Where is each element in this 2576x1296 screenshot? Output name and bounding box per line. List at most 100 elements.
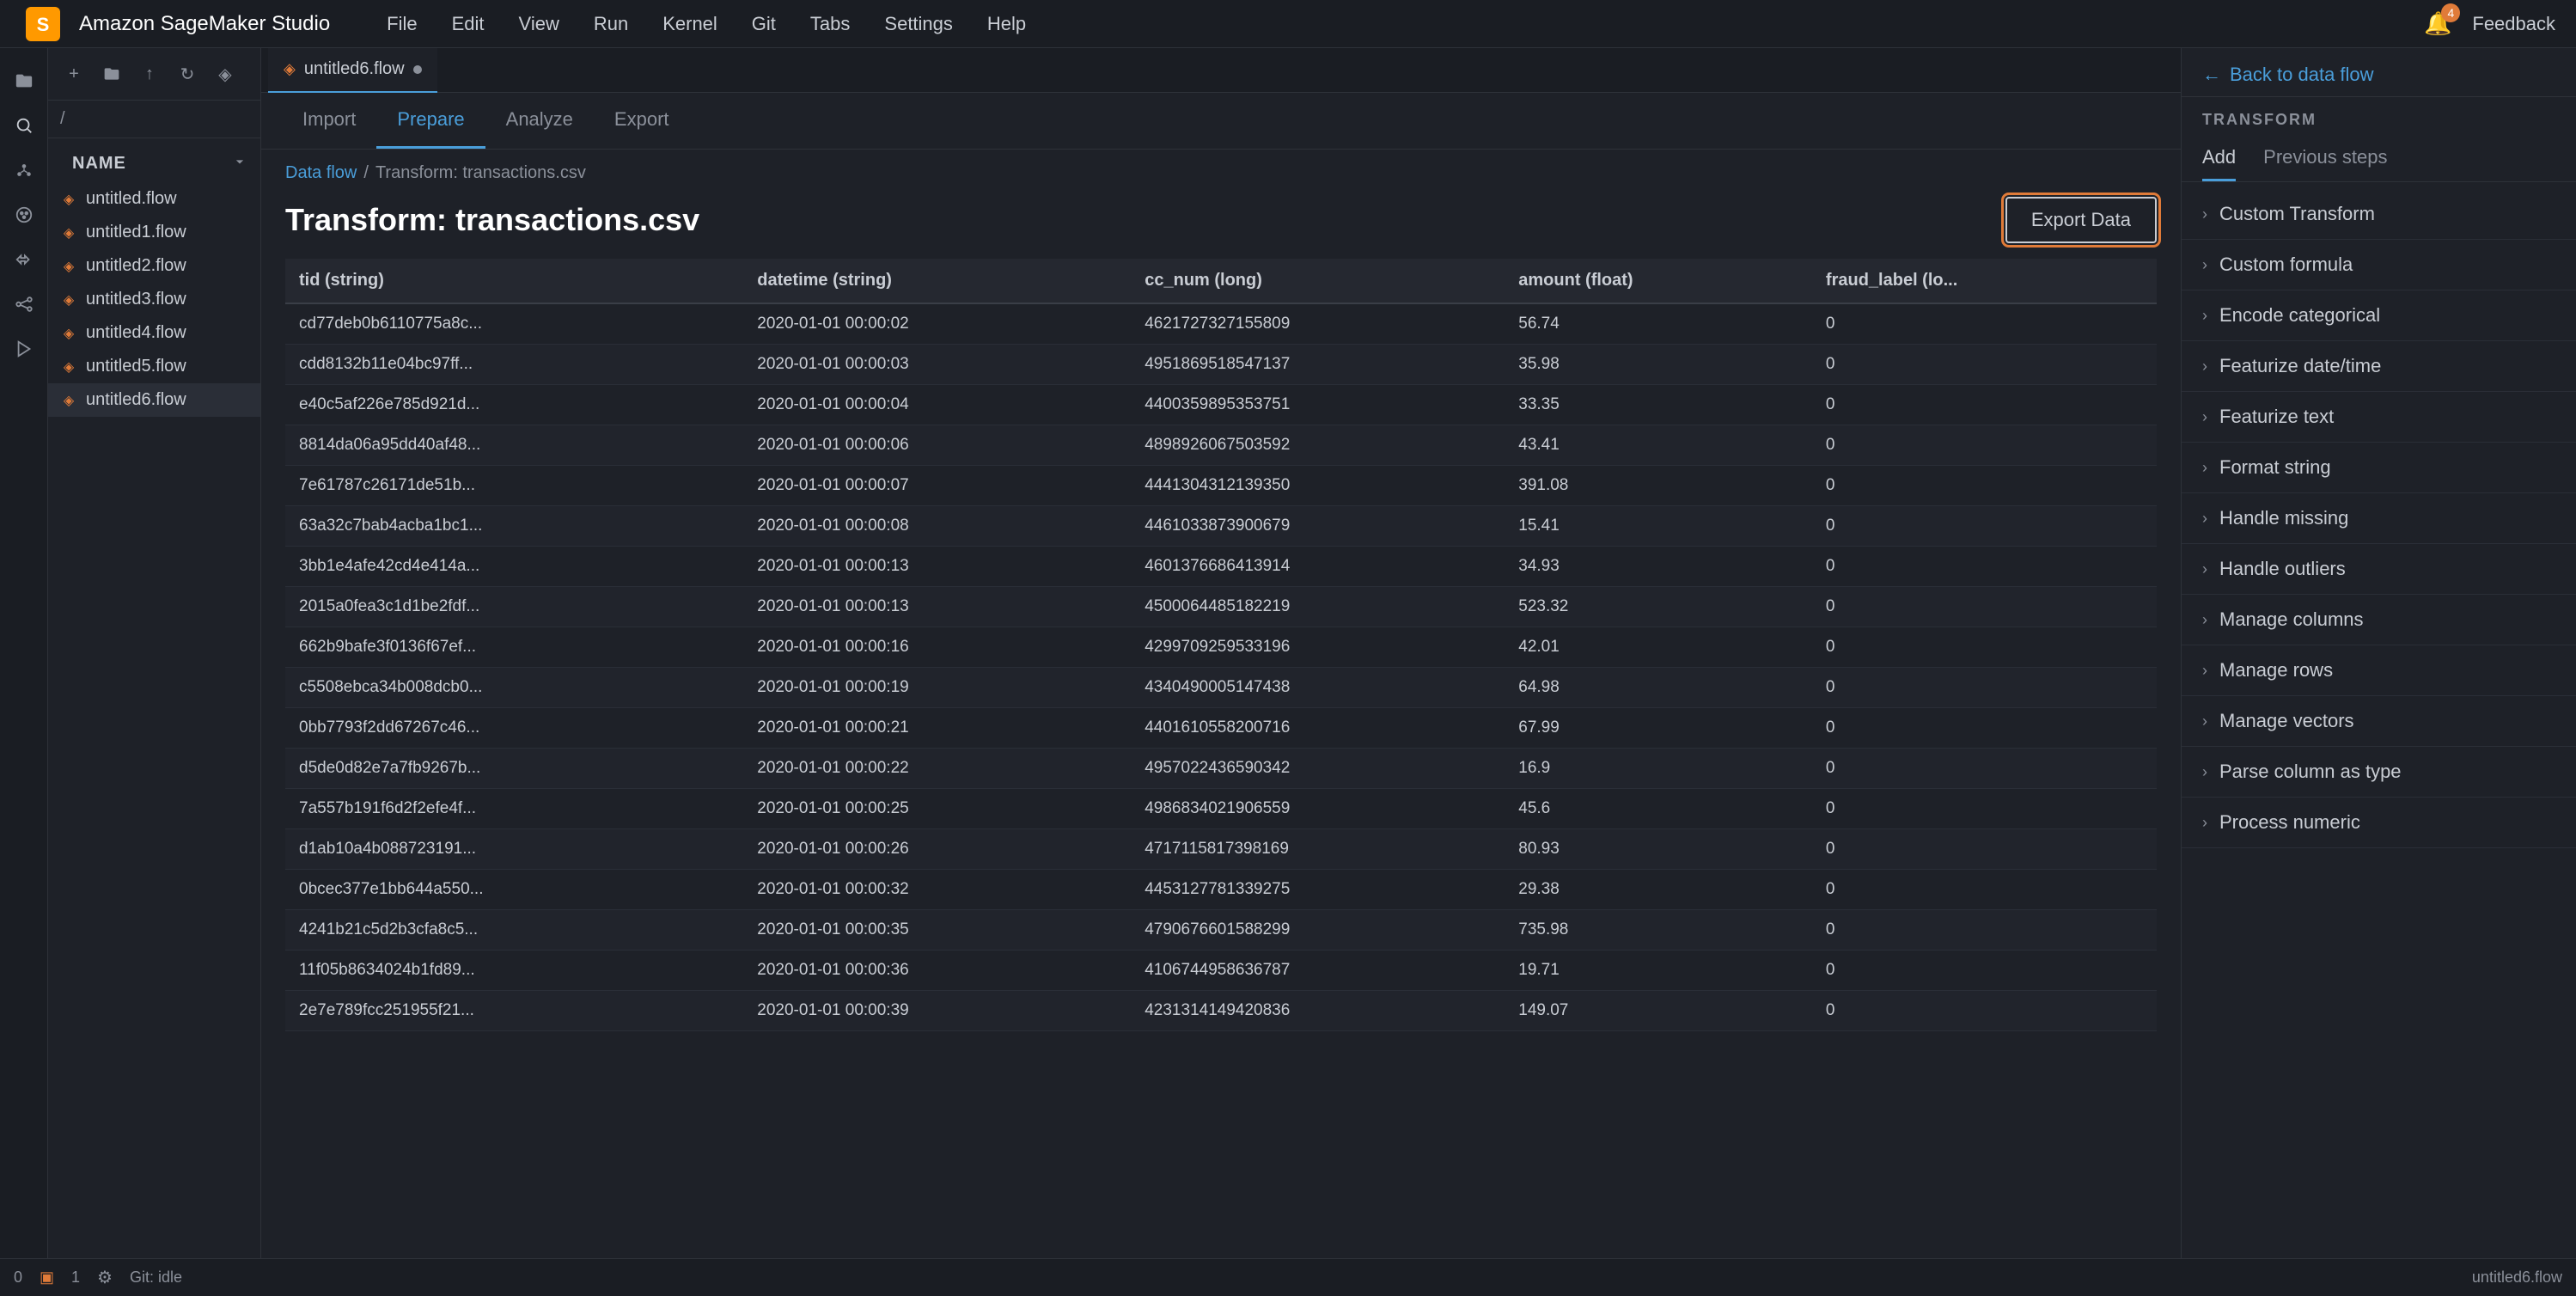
menu-edit[interactable]: Edit (436, 6, 500, 42)
chevron-right-icon: › (2202, 256, 2207, 274)
table-row: 2e7e789fcc251955f21...2020-01-01 00:00:3… (285, 991, 2157, 1031)
flow-icon: ◈ (60, 258, 77, 275)
chevron-right-icon: › (2202, 712, 2207, 731)
table-row: 8814da06a95dd40af48...2020-01-01 00:00:0… (285, 425, 2157, 466)
sidebar-extensions-icon[interactable] (5, 241, 43, 278)
right-panel: ← Back to data flow TRANSFORM Add Previo… (2181, 48, 2576, 1296)
content-nav: Import Prepare Analyze Export (261, 93, 2181, 150)
col-header-tid: tid (string) (285, 259, 743, 303)
table-row: 7a557b191f6d2f2efe4f...2020-01-01 00:00:… (285, 789, 2157, 829)
feedback-button[interactable]: Feedback (2472, 13, 2555, 35)
menu-items: File Edit View Run Kernel Git Tabs Setti… (371, 6, 2424, 42)
transform-featurize-datetime[interactable]: › Featurize date/time (2182, 341, 2576, 392)
transform-manage-vectors[interactable]: › Manage vectors (2182, 696, 2576, 747)
file-item[interactable]: ◈ untitled.flow (48, 182, 260, 216)
chevron-right-icon: › (2202, 560, 2207, 578)
refresh-btn[interactable]: ↻ (172, 58, 203, 89)
menu-kernel[interactable]: Kernel (647, 6, 733, 42)
sidebar-search-icon[interactable] (5, 107, 43, 144)
file-item[interactable]: ◈ untitled3.flow (48, 283, 260, 316)
transform-section-title: TRANSFORM (2182, 97, 2576, 136)
breadcrumb-separator: / (363, 163, 369, 183)
menu-run[interactable]: Run (578, 6, 644, 42)
transform-format-string[interactable]: › Format string (2182, 443, 2576, 493)
table-row: d1ab10a4b088723191...2020-01-01 00:00:26… (285, 829, 2157, 870)
file-toolbar: + ↑ ↻ ◈ (48, 48, 260, 101)
transform-featurize-text[interactable]: › Featurize text (2182, 392, 2576, 443)
transform-custom-formula[interactable]: › Custom formula (2182, 240, 2576, 290)
status-bar: 0 ▣ 1 ⚙ Git: idle untitled6.flow (0, 1258, 2576, 1296)
sidebar-nodes-icon[interactable] (5, 285, 43, 323)
file-item[interactable]: ◈ untitled4.flow (48, 316, 260, 350)
transform-encode-categorical[interactable]: › Encode categorical (2182, 290, 2576, 341)
menu-view[interactable]: View (504, 6, 575, 42)
menu-help[interactable]: Help (972, 6, 1041, 42)
nav-tab-export[interactable]: Export (594, 93, 690, 149)
transform-handle-missing[interactable]: › Handle missing (2182, 493, 2576, 544)
back-arrow-icon: ← (2202, 64, 2221, 86)
nav-tab-import[interactable]: Import (282, 93, 376, 149)
tab-previous-steps[interactable]: Previous steps (2263, 136, 2387, 181)
transform-manage-rows[interactable]: › Manage rows (2182, 645, 2576, 696)
sidebar-deploy-icon[interactable] (5, 330, 43, 368)
new-file-btn[interactable]: + (58, 58, 89, 89)
flow-icon: ◈ (60, 224, 77, 241)
icon-sidebar (0, 48, 48, 1296)
menu-file[interactable]: File (371, 6, 432, 42)
tab-label: untitled6.flow (304, 59, 405, 79)
back-to-data-flow[interactable]: ← Back to data flow (2202, 64, 2555, 86)
flow-icon: ◈ (60, 358, 77, 376)
upload-btn[interactable]: ↑ (134, 58, 165, 89)
chevron-right-icon: › (2202, 205, 2207, 223)
right-panel-tabs: Add Previous steps (2182, 136, 2576, 182)
file-item[interactable]: ◈ untitled1.flow (48, 216, 260, 249)
breadcrumb: Data flow / Transform: transactions.csv (261, 150, 2181, 190)
settings-icon[interactable]: ⚙ (97, 1267, 113, 1288)
sidebar-palette-icon[interactable] (5, 196, 43, 234)
nav-tab-analyze[interactable]: Analyze (485, 93, 594, 149)
chevron-right-icon: › (2202, 763, 2207, 781)
transform-process-numeric[interactable]: › Process numeric (2182, 798, 2576, 848)
transform-handle-outliers[interactable]: › Handle outliers (2182, 544, 2576, 595)
transform-parse-column[interactable]: › Parse column as type (2182, 747, 2576, 798)
file-browser: + ↑ ↻ ◈ / NAME ◈ untitled.flow ◈ untitle… (48, 48, 261, 1296)
menu-settings[interactable]: Settings (869, 6, 968, 42)
file-item[interactable]: ◈ untitled2.flow (48, 249, 260, 283)
sidebar-git-icon[interactable] (5, 151, 43, 189)
status-warning-icon: ▣ (40, 1268, 54, 1287)
menu-tabs[interactable]: Tabs (795, 6, 865, 42)
export-data-button[interactable]: Export Data (2005, 197, 2157, 243)
table-row: 4241b21c5d2b3cfa8c5...2020-01-01 00:00:3… (285, 910, 2157, 951)
active-tab[interactable]: ◈ untitled6.flow (268, 48, 437, 93)
chevron-right-icon: › (2202, 459, 2207, 477)
status-right-label: untitled6.flow (2472, 1268, 2562, 1287)
file-path-header: / (48, 101, 260, 138)
chevron-right-icon: › (2202, 307, 2207, 325)
table-row: e40c5af226e785d921d...2020-01-01 00:00:0… (285, 385, 2157, 425)
new-folder-btn[interactable] (96, 58, 127, 89)
table-row: c5508ebca34b008dcb0...2020-01-01 00:00:1… (285, 668, 2157, 708)
tab-add[interactable]: Add (2202, 136, 2236, 181)
table-row: cdd8132b11e04bc97ff...2020-01-01 00:00:0… (285, 345, 2157, 385)
git-status: Git: idle (130, 1268, 182, 1287)
transform-manage-columns[interactable]: › Manage columns (2182, 595, 2576, 645)
nav-tab-prepare[interactable]: Prepare (376, 93, 485, 149)
table-row: 0bb7793f2dd67267c46...2020-01-01 00:00:2… (285, 708, 2157, 749)
file-item-active[interactable]: ◈ untitled6.flow (48, 383, 260, 417)
name-column-header: NAME (48, 138, 260, 182)
table-row: 7e61787c26171de51b...2020-01-01 00:00:07… (285, 466, 2157, 506)
app-logo: S (21, 2, 65, 46)
sidebar-files-icon[interactable] (5, 62, 43, 100)
tab-unsaved-dot (413, 65, 422, 74)
col-header-fraud: fraud_label (lo... (1812, 259, 2157, 303)
menu-git[interactable]: Git (736, 6, 791, 42)
breadcrumb-link[interactable]: Data flow (285, 163, 357, 183)
filter-btn[interactable]: ◈ (210, 58, 241, 89)
table-container[interactable]: tid (string) datetime (string) cc_num (l… (261, 259, 2181, 1296)
file-item[interactable]: ◈ untitled5.flow (48, 350, 260, 383)
transform-custom-transform[interactable]: › Custom Transform (2182, 189, 2576, 240)
flow-icon: ◈ (60, 325, 77, 342)
chevron-right-icon: › (2202, 611, 2207, 629)
col-header-ccnum: cc_num (long) (1131, 259, 1505, 303)
notification-bell[interactable]: 🔔 4 (2424, 10, 2451, 37)
